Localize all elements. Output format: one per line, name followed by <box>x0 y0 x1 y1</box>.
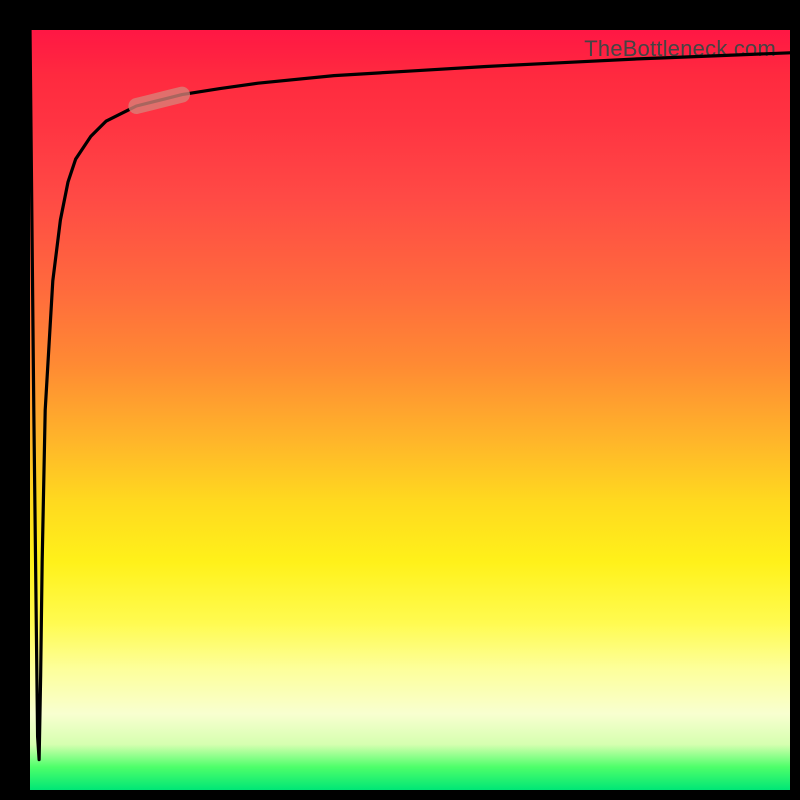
curve-layer <box>30 30 790 790</box>
curve-highlight <box>136 95 182 106</box>
bottleneck-curve <box>30 30 790 760</box>
chart-frame: TheBottleneck.com <box>0 0 800 800</box>
plot-area: TheBottleneck.com <box>30 30 790 790</box>
